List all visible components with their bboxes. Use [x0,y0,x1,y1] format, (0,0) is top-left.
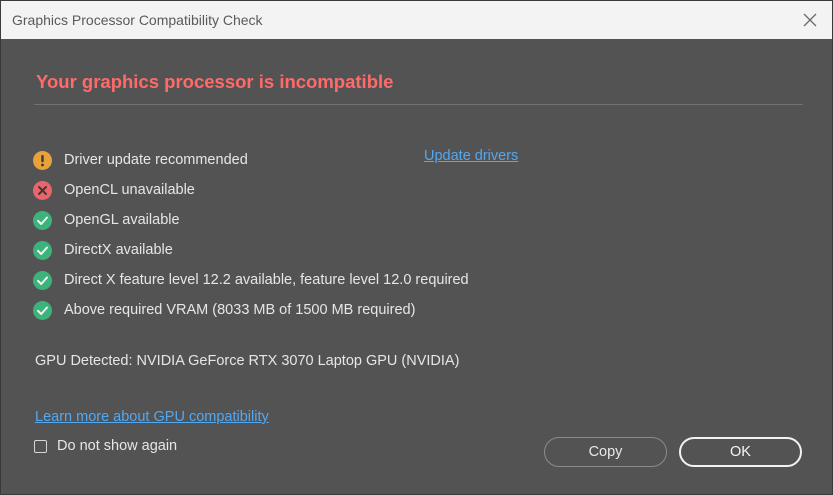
check-label: DirectX available [64,242,173,258]
title-bar: Graphics Processor Compatibility Check [1,1,832,39]
check-icon [33,300,52,320]
check-row-feature-level: Direct X feature level 12.2 available, f… [33,265,469,295]
error-icon [33,180,52,200]
check-label: OpenGL available [64,212,180,228]
check-row-driver-update: Driver update recommended [33,145,469,175]
check-icon [33,270,52,290]
check-label: OpenCL unavailable [64,182,195,198]
check-icon [33,210,52,230]
do-not-show-again-label: Do not show again [57,438,178,454]
check-row-vram: Above required VRAM (8033 MB of 1500 MB … [33,295,469,325]
check-list: Driver update recommended OpenCL unavail… [33,145,469,325]
checkbox-box[interactable] [34,439,47,453]
ok-button[interactable]: OK [679,437,802,467]
do-not-show-again-checkbox[interactable]: Do not show again [34,438,177,454]
check-label: Direct X feature level 12.2 available, f… [64,272,469,288]
copy-button[interactable]: Copy [544,437,667,467]
check-label: Above required VRAM (8033 MB of 1500 MB … [64,302,416,318]
learn-more-link[interactable]: Learn more about GPU compatibility [35,409,269,425]
check-row-opencl: OpenCL unavailable [33,175,469,205]
compatibility-dialog: Graphics Processor Compatibility Check Y… [0,0,833,495]
incompatible-heading: Your graphics processor is incompatible [36,71,394,92]
divider [34,104,803,105]
window-title: Graphics Processor Compatibility Check [12,12,263,28]
warning-icon [33,150,52,170]
update-drivers-link[interactable]: Update drivers [424,148,518,164]
close-icon [803,13,817,27]
close-button[interactable] [788,1,832,39]
gpu-detected-text: GPU Detected: NVIDIA GeForce RTX 3070 La… [35,353,460,369]
check-row-opengl: OpenGL available [33,205,469,235]
check-icon [33,240,52,260]
check-label: Driver update recommended [64,152,248,168]
check-row-directx: DirectX available [33,235,469,265]
